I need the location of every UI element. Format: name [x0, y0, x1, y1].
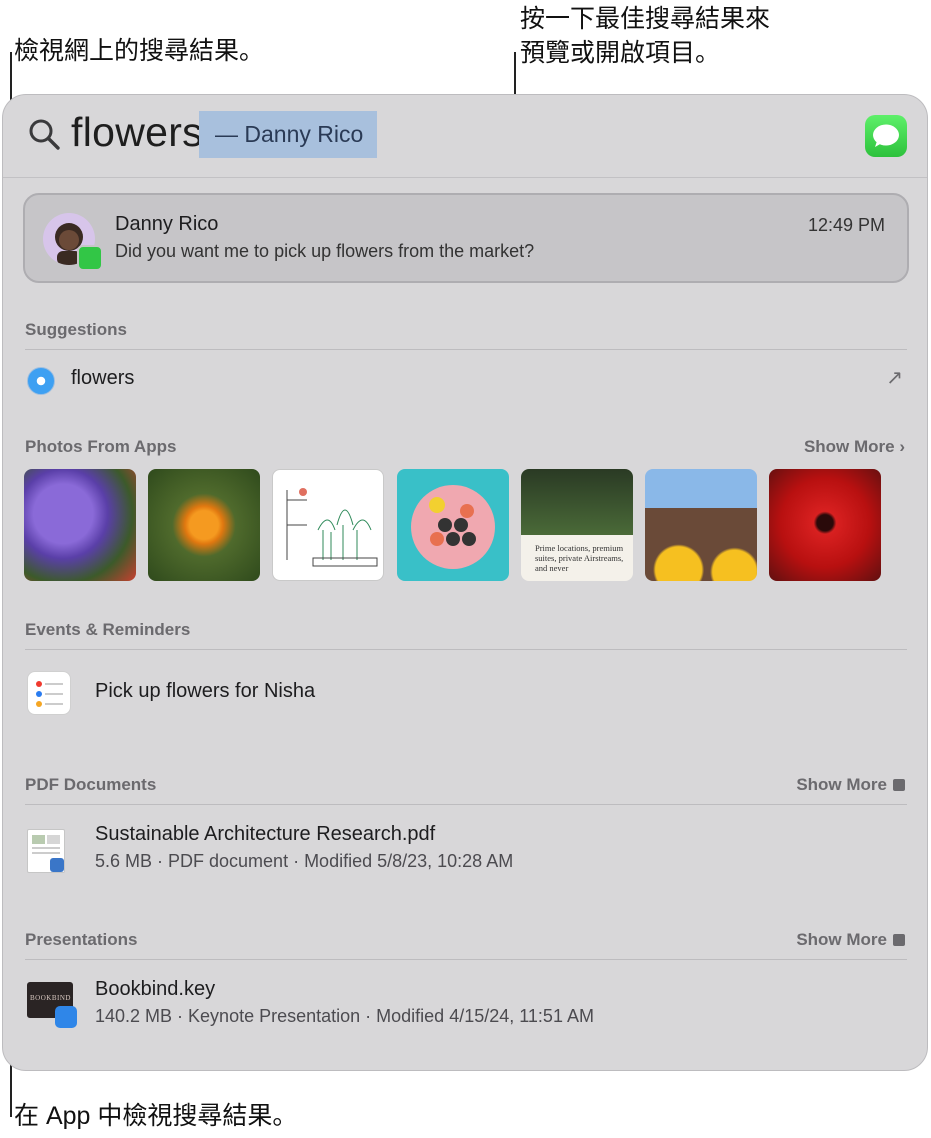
sushi-platter-photo[interactable]: [397, 469, 509, 581]
callout-web-results: 檢視網上的搜尋結果。: [14, 37, 265, 65]
show-more-pdf[interactable]: Show More: [796, 775, 905, 795]
reminder-title: Pick up flowers for Nisha: [95, 680, 316, 702]
callout-in-app: 在 App 中檢視搜尋結果。: [14, 1102, 298, 1130]
search-icon: [29, 119, 60, 150]
top-hit-message: Did you want me to pick up flowers from …: [115, 241, 535, 261]
garden-article-photo[interactable]: Prime locations, premium suites, private…: [521, 469, 633, 581]
section-title-events: Events & Reminders: [25, 620, 191, 639]
pdf-meta: 5.6 MB · PDF document · Modified 5/8/23,…: [95, 851, 514, 871]
search-completion[interactable]: — Danny Rico: [199, 111, 378, 158]
suggestion-row[interactable]: flowers ↗: [3, 363, 927, 397]
purple-iris-photo[interactable]: [24, 469, 136, 581]
open-external-icon[interactable]: ↗: [886, 365, 903, 390]
search-input[interactable]: flowers: [71, 109, 203, 156]
messages-badge-icon: [77, 245, 103, 271]
red-gerbera-photo[interactable]: [769, 469, 881, 581]
section-title-pdf: PDF Documents: [25, 775, 157, 794]
section-title-presentations: Presentations: [25, 930, 138, 949]
keynote-badge-icon: [55, 1006, 77, 1028]
callout-top-hit-line2: 預覽或開啟項目。: [520, 39, 721, 67]
open-in-app-icon: [893, 779, 905, 791]
presentation-meta: 140.2 MB · Keynote Presentation · Modifi…: [95, 1006, 594, 1026]
divider: [25, 349, 907, 350]
show-more-presentations[interactable]: Show More: [796, 930, 905, 950]
top-hit-result[interactable]: Danny Rico Did you want me to pick up fl…: [23, 193, 909, 283]
spotlight-panel: flowers — Danny Rico Danny Rico Did you …: [2, 94, 928, 1071]
top-hit-name: Danny Rico: [115, 213, 219, 235]
safari-icon: [27, 367, 55, 395]
section-title-suggestions: Suggestions: [25, 320, 128, 339]
orange-marigold-photo[interactable]: [148, 469, 260, 581]
keynote-icon: BOOKBIND: [27, 982, 77, 1028]
reminders-icon: [27, 671, 71, 715]
callout-top-hit-line1: 按一下最佳搜尋結果來: [520, 5, 771, 33]
show-more-label: Show More: [796, 775, 887, 794]
presentation-title: Bookbind.key: [95, 978, 216, 1000]
pdf-document-icon: [27, 829, 65, 873]
search-bar[interactable]: flowers — Danny Rico: [3, 95, 927, 178]
plant-sketch-photo[interactable]: [272, 469, 384, 581]
messages-icon[interactable]: [865, 115, 907, 157]
suggestion-label: flowers: [71, 367, 135, 389]
show-more-photos[interactable]: Show More ›: [804, 437, 905, 457]
pdf-title: Sustainable Architecture Research.pdf: [95, 823, 436, 845]
keynote-thumb-text: BOOKBIND: [30, 994, 71, 1002]
sunflower-friends-photo[interactable]: [645, 469, 757, 581]
callout-top-hit: 按一下最佳搜尋結果來 預覽或開啟項目。: [520, 2, 770, 70]
divider: [25, 649, 907, 650]
divider: [25, 804, 907, 805]
divider: [25, 959, 907, 960]
show-more-label: Show More: [796, 930, 887, 949]
open-in-app-icon: [893, 934, 905, 946]
top-hit-time: 12:49 PM: [807, 215, 885, 235]
article-text: Prime locations, premium suites, private…: [535, 543, 624, 573]
section-title-photos: Photos From Apps: [25, 437, 177, 456]
